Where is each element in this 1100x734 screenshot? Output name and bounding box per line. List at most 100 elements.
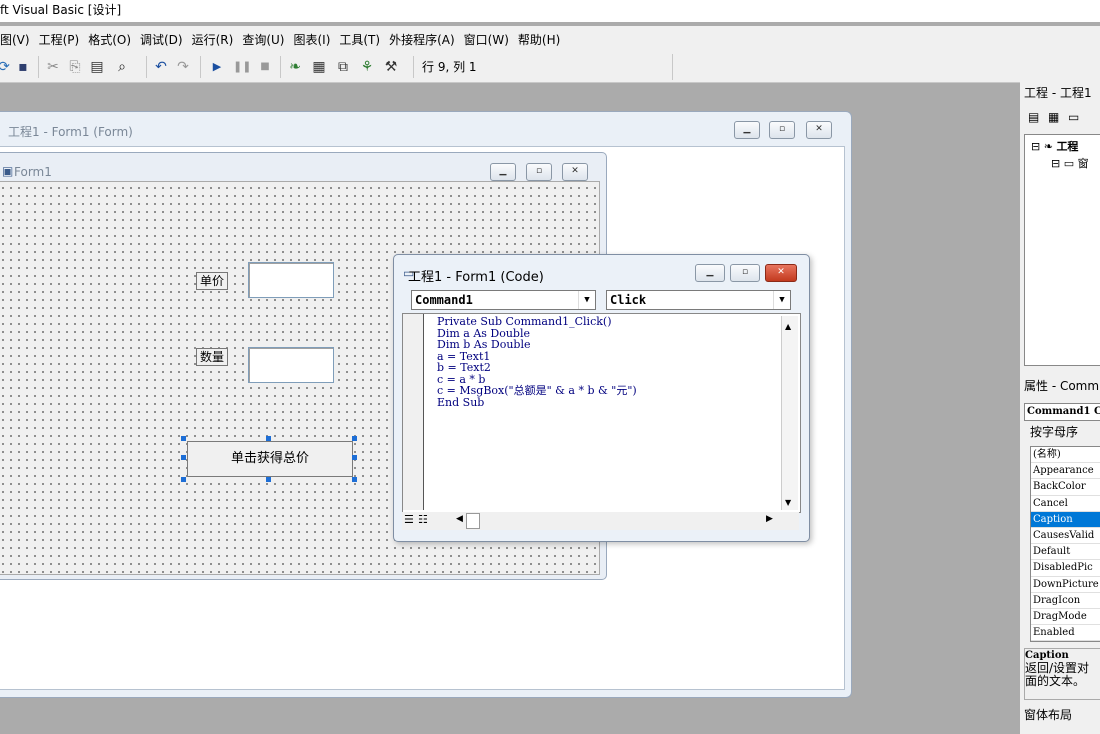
- tab-alphabetic[interactable]: 按字母序: [1030, 423, 1078, 440]
- property-row[interactable]: (名称): [1031, 447, 1100, 464]
- menu-window[interactable]: 窗口(W): [464, 31, 509, 48]
- properties-grid[interactable]: (名称) Appearance BackColor Cancel Caption…: [1030, 446, 1100, 642]
- properties-window-icon[interactable]: ▦: [309, 57, 329, 77]
- scroll-down-icon[interactable]: ▼: [785, 498, 791, 507]
- redo-icon[interactable]: ↷: [174, 57, 192, 77]
- code-margin[interactable]: [403, 314, 424, 510]
- object-combo[interactable]: Command1 ▼: [411, 290, 596, 310]
- object-browser-icon[interactable]: ⚘: [357, 57, 377, 77]
- tree-root[interactable]: ⊟ ❧ 工程: [1031, 138, 1078, 154]
- cut-icon[interactable]: ✂: [44, 57, 62, 77]
- property-row[interactable]: Enabled: [1031, 625, 1100, 642]
- code-vertical-scrollbar[interactable]: ▲ ▼: [781, 316, 798, 510]
- menu-project[interactable]: 工程(P): [39, 31, 80, 48]
- project-explorer-icon[interactable]: ❧: [285, 57, 305, 77]
- properties-panel-title: 属性 - Comm: [1024, 379, 1100, 393]
- scroll-right-icon[interactable]: ▶: [766, 514, 773, 524]
- project-tree[interactable]: ⊟ ❧ 工程 ⊟ ▭ 窗: [1024, 134, 1100, 366]
- selection-handle[interactable]: [181, 477, 186, 482]
- menu-bar: 图(V) 工程(P) 格式(O) 调试(D) 运行(R) 查询(U) 图表(I)…: [0, 26, 1100, 52]
- menu-run[interactable]: 运行(R): [192, 31, 234, 48]
- view-code-icon[interactable]: ▤: [1028, 110, 1039, 124]
- properties-object-combo[interactable]: Command1 C: [1024, 403, 1100, 421]
- tree-root-label: 工程: [1056, 140, 1079, 153]
- menu-debug[interactable]: 调试(D): [140, 31, 183, 48]
- property-row[interactable]: Appearance: [1031, 463, 1100, 480]
- cursor-position: 行 9, 列 1: [422, 60, 477, 74]
- menu-tools[interactable]: 工具(T): [339, 31, 380, 48]
- procedure-combo[interactable]: Click ▼: [606, 290, 791, 310]
- property-row[interactable]: Cancel: [1031, 496, 1100, 512]
- form-icon: ▣: [2, 164, 14, 178]
- code-text[interactable]: Private Sub Command1_Click() Dim a As Do…: [437, 316, 637, 408]
- text1-input[interactable]: [248, 262, 334, 298]
- save-icon[interactable]: ▪: [14, 57, 32, 77]
- undo-icon[interactable]: ↶: [152, 57, 170, 77]
- code-maximize-button[interactable]: ▫: [730, 264, 760, 282]
- toolbox-icon[interactable]: ⚒: [381, 57, 401, 77]
- menu-format[interactable]: 格式(O): [88, 31, 131, 48]
- property-row[interactable]: DisabledPic: [1031, 560, 1100, 577]
- label-quantity[interactable]: 数量: [196, 348, 229, 366]
- scroll-up-icon[interactable]: ▲: [785, 322, 791, 331]
- selection-handle[interactable]: [352, 477, 357, 482]
- selection-handle[interactable]: [181, 436, 186, 441]
- property-description-text: 返回/设置对面的文本。: [1025, 661, 1090, 688]
- label-price[interactable]: 单价: [196, 272, 229, 290]
- stop-icon[interactable]: ■: [258, 57, 272, 77]
- object-combo-value: Command1: [415, 293, 473, 307]
- form1-maximize-button[interactable]: ▫: [526, 163, 552, 181]
- code-horizontal-scrollbar[interactable]: ☰ ☷ ◀ ▶: [402, 512, 799, 530]
- property-row[interactable]: DragMode: [1031, 609, 1100, 626]
- toolbar: ⟳ ▪ ✂ ⎘ ▤ ⌕ ↶ ↷ ▶ ❚❚ ■ ❧ ▦ ⧉ ⚘ ⚒ 行 9, 列 …: [0, 52, 1100, 83]
- find-icon[interactable]: ⌕: [112, 57, 132, 77]
- menu-view[interactable]: 图(V): [0, 31, 30, 48]
- toggle-folders-icon[interactable]: ▭: [1068, 110, 1079, 124]
- form1-minimize-button[interactable]: ▁: [490, 163, 516, 181]
- procedure-combo-value: Click: [610, 293, 647, 307]
- selection-handle[interactable]: [266, 477, 271, 482]
- designer-close-button[interactable]: ✕: [806, 121, 832, 139]
- selection-handle[interactable]: [266, 436, 271, 441]
- property-row[interactable]: DragIcon: [1031, 593, 1100, 609]
- property-row[interactable]: CausesValid: [1031, 528, 1100, 545]
- property-row-selected[interactable]: Caption: [1031, 511, 1100, 528]
- property-row[interactable]: DownPicture: [1031, 577, 1100, 593]
- menu-diagram[interactable]: 图表(I): [293, 31, 330, 48]
- paste-icon[interactable]: ▤: [88, 57, 106, 77]
- form1-close-button[interactable]: ✕: [562, 163, 588, 181]
- property-description: Caption 返回/设置对面的文本。: [1024, 648, 1100, 700]
- text2-input[interactable]: [248, 347, 334, 383]
- code-close-button[interactable]: ✕: [765, 264, 797, 282]
- selection-handle[interactable]: [352, 436, 357, 441]
- selection-handle[interactable]: [352, 455, 357, 460]
- selection-handle[interactable]: [181, 455, 186, 460]
- scroll-thumb[interactable]: [466, 513, 480, 529]
- run-icon[interactable]: ▶: [210, 57, 224, 77]
- menu-addins[interactable]: 外接程序(A): [389, 31, 455, 48]
- menu-help[interactable]: 帮助(H): [518, 31, 560, 48]
- scroll-left-icon[interactable]: ◀: [456, 514, 463, 524]
- code-window-title: 工程1 - Form1 (Code): [408, 270, 544, 285]
- project-panel-title: 工程 - 工程1: [1024, 86, 1092, 100]
- tree-forms-folder[interactable]: ⊟ ▭ 窗: [1051, 155, 1089, 171]
- open-project-icon[interactable]: ⟳: [0, 57, 12, 77]
- code-minimize-button[interactable]: ▁: [695, 264, 725, 282]
- designer-title: 工程1 - Form1 (Form): [8, 125, 133, 139]
- full-module-view-icon[interactable]: ☷: [418, 513, 428, 526]
- window-title: ft Visual Basic [设计]: [0, 0, 1100, 22]
- view-object-icon[interactable]: ▦: [1048, 110, 1059, 124]
- chevron-down-icon[interactable]: ▼: [578, 291, 595, 309]
- designer-maximize-button[interactable]: ▫: [769, 121, 795, 139]
- designer-minimize-button[interactable]: ▁: [734, 121, 760, 139]
- form-layout-icon[interactable]: ⧉: [333, 57, 353, 77]
- property-row[interactable]: BackColor: [1031, 479, 1100, 496]
- procedure-view-icon[interactable]: ☰: [404, 513, 414, 526]
- copy-icon[interactable]: ⎘: [66, 57, 84, 77]
- menu-query[interactable]: 查询(U): [242, 31, 284, 48]
- chevron-down-icon[interactable]: ▼: [773, 291, 790, 309]
- command1-button[interactable]: 单击获得总价: [187, 441, 353, 477]
- pause-icon[interactable]: ❚❚: [233, 57, 251, 77]
- form1-title: Form1: [14, 165, 52, 179]
- property-row[interactable]: Default: [1031, 544, 1100, 561]
